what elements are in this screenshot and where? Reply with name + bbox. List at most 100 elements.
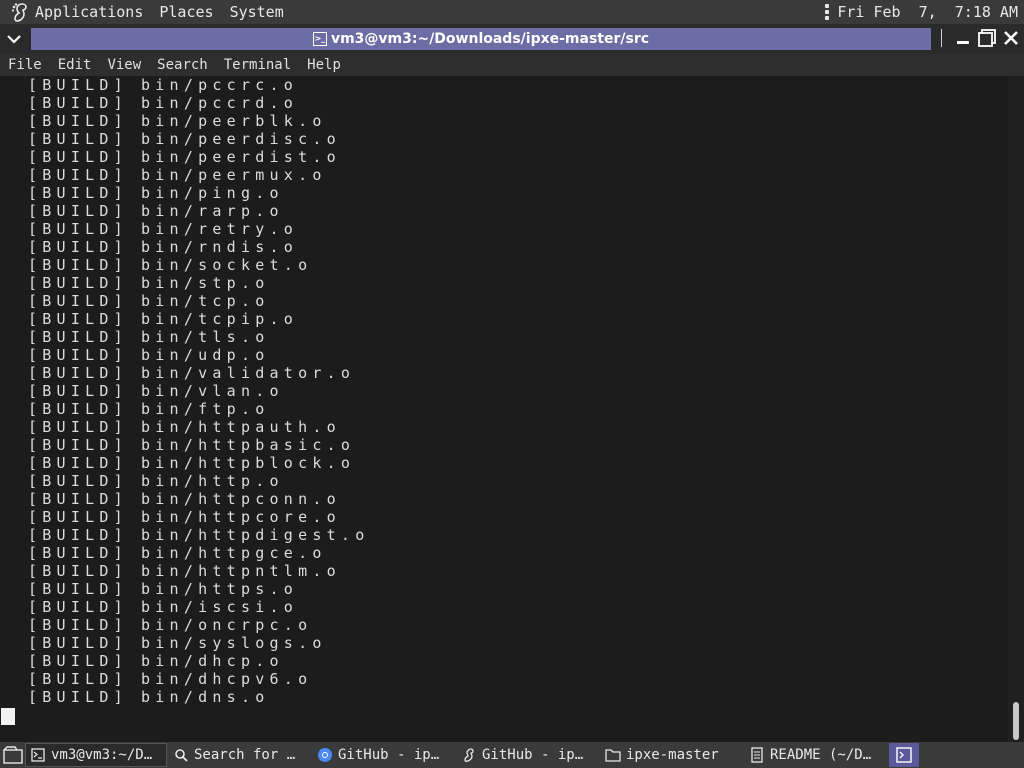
build-path: bin/httpcore.o <box>141 508 341 526</box>
build-tag: [BUILD] <box>28 310 128 328</box>
gnome-foot-icon[interactable] <box>9 1 31 23</box>
window-menu-chevron-icon[interactable] <box>2 27 26 51</box>
taskbar-item-folder[interactable]: ipxe-master <box>601 743 743 767</box>
close-button[interactable] <box>1000 27 1022 49</box>
build-path: bin/peerdist.o <box>141 148 341 166</box>
terminal-line: [BUILD] bin/rarp.o <box>28 202 279 220</box>
taskbar-item-readme[interactable]: README (~/D… <box>745 743 887 767</box>
build-path: bin/dns.o <box>141 688 270 706</box>
build-path: bin/dhcpv6.o <box>141 670 313 688</box>
menu-terminal[interactable]: Terminal <box>216 57 299 73</box>
taskbar-item-search[interactable]: Search for … <box>169 743 311 767</box>
build-path: bin/httpauth.o <box>141 418 341 436</box>
build-path: bin/http.o <box>141 472 284 490</box>
build-path: bin/vlan.o <box>141 382 284 400</box>
build-path: bin/peerdisc.o <box>141 130 341 148</box>
build-path: bin/httpntlm.o <box>141 562 341 580</box>
top-panel: Applications Places System Fri Feb 7, 7:… <box>0 0 1024 24</box>
build-tag: [BUILD] <box>28 274 128 292</box>
chrome-icon <box>317 747 333 763</box>
build-path: bin/ping.o <box>141 184 284 202</box>
terminal-line: [BUILD] bin/tls.o <box>28 328 264 346</box>
applications-menu[interactable]: Applications <box>35 3 143 21</box>
build-path: bin/stp.o <box>141 274 270 292</box>
build-tag: [BUILD] <box>28 148 128 166</box>
terminal-line: [BUILD] bin/httpblock.o <box>28 454 350 472</box>
terminal-line: [BUILD] bin/iscsi.o <box>28 598 293 616</box>
build-path: bin/oncrpc.o <box>141 616 313 634</box>
terminal-output[interactable]: [BUILD] bin/pccrc.o [BUILD] bin/pccrd.o [BUI… <box>0 76 1008 742</box>
terminal-line: [BUILD] bin/tcp.o <box>28 292 264 310</box>
build-tag: [BUILD] <box>28 616 128 634</box>
build-path: bin/rndis.o <box>141 238 299 256</box>
build-tag: [BUILD] <box>28 292 128 310</box>
build-tag: [BUILD] <box>28 670 128 688</box>
build-tag: [BUILD] <box>28 436 128 454</box>
maximize-button[interactable] <box>976 27 998 49</box>
terminal-line: [BUILD] bin/dns.o <box>28 688 264 706</box>
terminal-line: [BUILD] bin/dhcpv6.o <box>28 670 307 688</box>
taskbar-item-label: GitHub - ip… <box>338 747 440 763</box>
terminal-line: [BUILD] bin/retry.o <box>28 220 293 238</box>
clock[interactable]: Fri Feb 7, 7:18 AM <box>837 3 1018 21</box>
panel-handle-icon[interactable] <box>825 4 830 20</box>
show-desktop-icon[interactable] <box>1 744 25 766</box>
menu-help[interactable]: Help <box>299 57 349 73</box>
gnome-foot-icon <box>461 747 477 763</box>
taskbar-item-github-chrome[interactable]: GitHub - ip… <box>313 743 455 767</box>
build-tag: [BUILD] <box>28 202 128 220</box>
places-menu[interactable]: Places <box>159 3 213 21</box>
build-path: bin/httpbasic.o <box>141 436 356 454</box>
build-tag: [BUILD] <box>28 76 128 94</box>
system-menu[interactable]: System <box>230 3 284 21</box>
scrollbar-thumb[interactable] <box>1013 702 1019 740</box>
build-tag: [BUILD] <box>28 472 128 490</box>
build-tag: [BUILD] <box>28 238 128 256</box>
build-path: bin/ftp.o <box>141 400 270 418</box>
terminal-line: [BUILD] bin/pccrc.o <box>28 76 293 94</box>
menu-edit[interactable]: Edit <box>50 57 100 73</box>
menu-file[interactable]: File <box>0 57 50 73</box>
build-tag: [BUILD] <box>28 400 128 418</box>
build-path: bin/iscsi.o <box>141 598 299 616</box>
build-tag: [BUILD] <box>28 364 128 382</box>
terminal-line: [BUILD] bin/validator.o <box>28 364 350 382</box>
window-title-bar: >_ vm3@vm3:~/Downloads/ipxe-master/src <box>0 24 1024 54</box>
taskbar-item-label: vm3@vm3:~/D… <box>51 747 153 763</box>
build-path: bin/validator.o <box>141 364 356 382</box>
terminal-line: [BUILD] bin/peerdist.o <box>28 148 336 166</box>
build-tag: [BUILD] <box>28 490 128 508</box>
terminal-line: [BUILD] bin/peermux.o <box>28 166 321 184</box>
build-tag: [BUILD] <box>28 130 128 148</box>
build-path: bin/https.o <box>141 580 299 598</box>
taskbar-item-terminal[interactable]: vm3@vm3:~/D… <box>25 743 167 767</box>
build-tag: [BUILD] <box>28 544 128 562</box>
build-path: bin/httpgce.o <box>141 544 327 562</box>
terminal-line: [BUILD] bin/peerdisc.o <box>28 130 336 148</box>
build-tag: [BUILD] <box>28 688 128 706</box>
build-tag: [BUILD] <box>28 418 128 436</box>
build-path: bin/httpblock.o <box>141 454 356 472</box>
window-title[interactable]: >_ vm3@vm3:~/Downloads/ipxe-master/src <box>31 28 931 50</box>
terminal-line: [BUILD] bin/vlan.o <box>28 382 279 400</box>
build-path: bin/tcpip.o <box>141 310 299 328</box>
build-tag: [BUILD] <box>28 508 128 526</box>
build-path: bin/socket.o <box>141 256 313 274</box>
minimize-button[interactable] <box>952 27 974 49</box>
terminal-scrollbar[interactable] <box>1008 76 1024 742</box>
taskbar-item-label: README (~/D… <box>770 747 872 763</box>
bottom-panel: vm3@vm3:~/D… Search for … GitHub - ip… G… <box>0 742 1024 768</box>
build-path: bin/rarp.o <box>141 202 284 220</box>
build-path: bin/peermux.o <box>141 166 327 184</box>
taskbar-item-github-browser[interactable]: GitHub - ip… <box>457 743 599 767</box>
document-icon <box>749 747 765 763</box>
menu-view[interactable]: View <box>99 57 149 73</box>
build-path: bin/pccrd.o <box>141 94 299 112</box>
menu-bar: File Edit View Search Terminal Help <box>0 54 1024 76</box>
build-tag: [BUILD] <box>28 598 128 616</box>
terminal-line: [BUILD] bin/ftp.o <box>28 400 264 418</box>
workspace-switcher[interactable] <box>889 743 919 767</box>
menu-search[interactable]: Search <box>149 57 216 73</box>
build-path: bin/retry.o <box>141 220 299 238</box>
build-tag: [BUILD] <box>28 580 128 598</box>
